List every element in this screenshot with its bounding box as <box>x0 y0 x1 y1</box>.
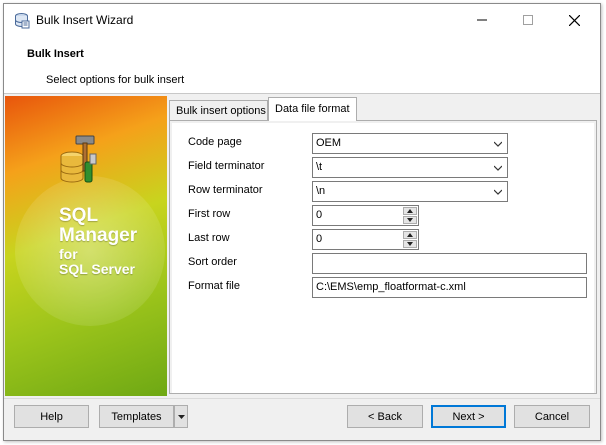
row-terminator-select[interactable]: \n <box>312 181 508 202</box>
format-file-value: C:\EMS\emp_floatformat-c.xml <box>316 281 466 293</box>
minimize-button[interactable] <box>459 4 505 36</box>
database-tools-icon <box>60 135 97 183</box>
brand-text: SQL Manager for SQL Server <box>59 206 137 276</box>
footer-divider <box>4 398 600 399</box>
close-icon <box>568 14 580 26</box>
product-banner: SQL Manager for SQL Server <box>5 96 167 396</box>
code-page-value: OEM <box>316 137 342 149</box>
brand-line-2: Manager <box>59 225 138 246</box>
tab-panel-content: Code page OEM Field terminator \t Row te… <box>172 123 594 393</box>
wizard-header: Bulk Insert Select options for bulk inse… <box>4 36 600 94</box>
last-row-label: Last row <box>188 232 230 244</box>
chevron-down-icon <box>494 165 502 171</box>
spin-down-button[interactable] <box>403 216 417 224</box>
title-bar: Bulk Insert Wizard <box>4 4 600 36</box>
row-terminator-value: \n <box>316 185 326 197</box>
first-row-spin-buttons <box>403 207 417 224</box>
tab-bulk-insert-options[interactable]: Bulk insert options <box>169 100 268 120</box>
last-row-value: 0 <box>316 233 323 245</box>
caret-down-icon <box>407 218 413 222</box>
first-row-value: 0 <box>316 209 323 221</box>
caret-down-icon <box>407 242 413 246</box>
tab-data-file-format[interactable]: Data file format <box>268 97 357 121</box>
templates-dropdown-button[interactable] <box>174 405 188 428</box>
format-file-input[interactable]: C:\EMS\emp_floatformat-c.xml <box>312 277 587 298</box>
sort-order-input[interactable] <box>312 253 587 274</box>
row-terminator-label: Row terminator <box>188 184 263 196</box>
chevron-down-icon <box>494 189 502 195</box>
last-row-spin-buttons <box>403 231 417 248</box>
first-row-spinner[interactable]: 0 <box>312 205 419 226</box>
templates-button[interactable]: Templates <box>99 405 174 428</box>
window-title: Bulk Insert Wizard <box>36 13 134 27</box>
caret-up-icon <box>407 233 413 237</box>
back-button[interactable]: < Back <box>347 405 423 428</box>
brand-line-1: SQL <box>59 205 99 226</box>
tab-panel: Code page OEM Field terminator \t Row te… <box>169 120 597 394</box>
help-button[interactable]: Help <box>14 405 89 428</box>
spin-down-button[interactable] <box>403 240 417 248</box>
caret-down-icon <box>177 414 185 419</box>
last-row-spinner[interactable]: 0 <box>312 229 419 250</box>
field-terminator-value: \t <box>316 161 323 173</box>
maximize-icon <box>523 15 533 25</box>
brand-line-4: SQL Server <box>59 261 136 277</box>
close-button[interactable] <box>551 4 597 36</box>
step-subtitle: Select options for bulk insert <box>46 74 185 86</box>
chevron-down-icon <box>494 141 502 147</box>
cancel-button[interactable]: Cancel <box>514 405 590 428</box>
sort-order-label: Sort order <box>188 256 237 268</box>
spin-up-button[interactable] <box>403 207 417 215</box>
wizard-window: Bulk Insert Wizard Bulk Insert Select op… <box>3 3 601 441</box>
format-file-label: Format file <box>188 280 240 292</box>
database-app-icon <box>15 13 30 29</box>
field-terminator-select[interactable]: \t <box>312 157 508 178</box>
maximize-button[interactable] <box>505 4 551 36</box>
spin-up-button[interactable] <box>403 231 417 239</box>
caret-up-icon <box>407 209 413 213</box>
minimize-icon <box>477 19 487 21</box>
field-terminator-label: Field terminator <box>188 160 265 172</box>
first-row-label: First row <box>188 208 231 220</box>
code-page-label: Code page <box>188 136 242 148</box>
step-title: Bulk Insert <box>27 48 84 60</box>
next-button[interactable]: Next > <box>431 405 506 428</box>
brand-line-3: for <box>59 246 78 262</box>
code-page-select[interactable]: OEM <box>312 133 508 154</box>
